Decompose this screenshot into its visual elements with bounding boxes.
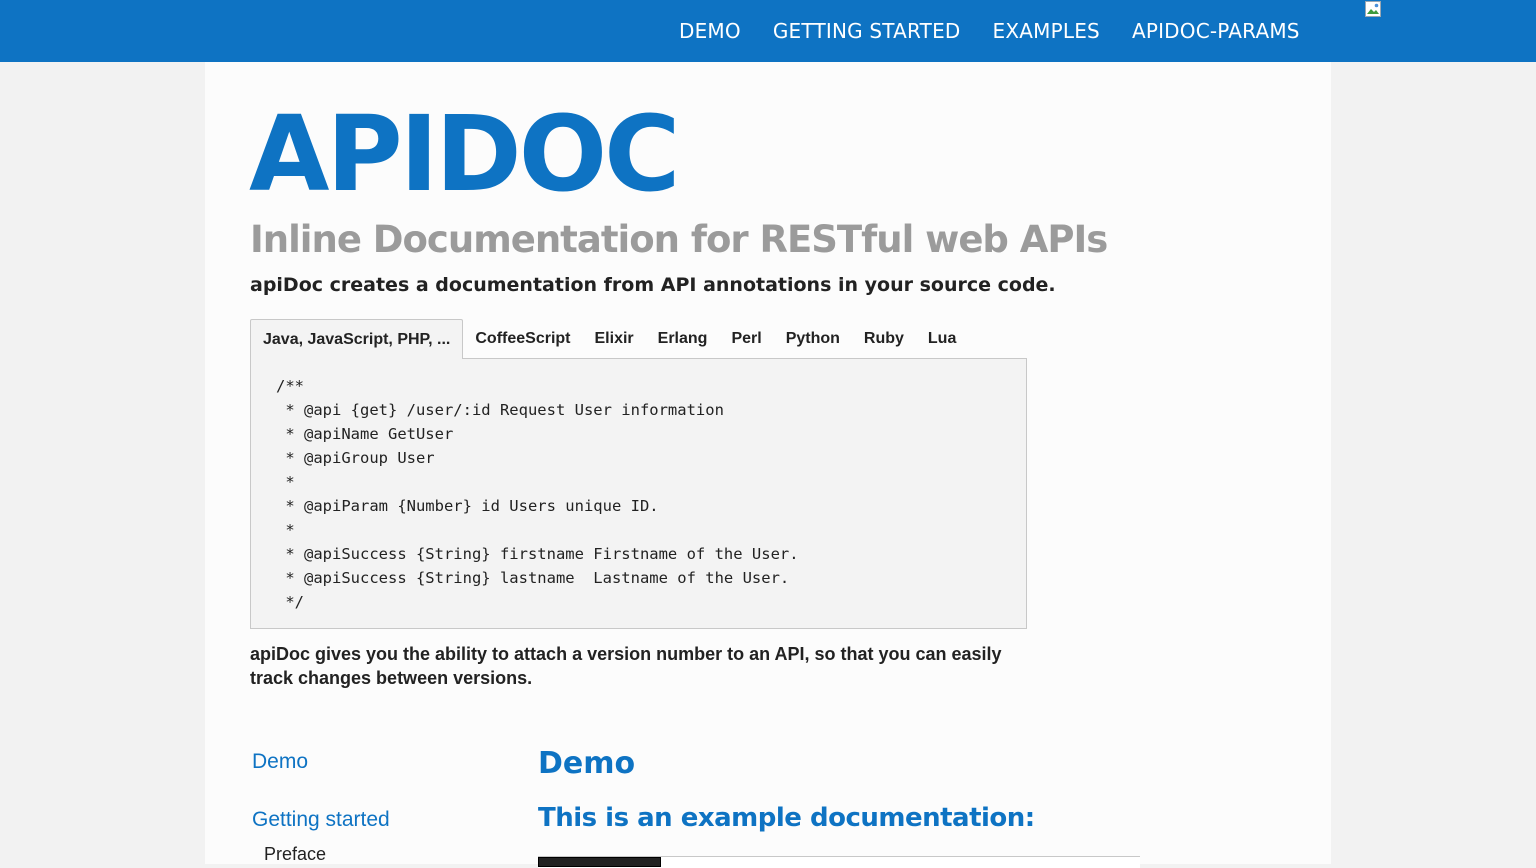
nav-getting-started-link[interactable]: GETTING STARTED — [773, 19, 961, 43]
nav-demo-link[interactable]: DEMO — [679, 19, 741, 43]
tab-perl[interactable]: Perl — [719, 319, 773, 359]
example-preview-header — [538, 857, 661, 867]
tab-java-javascript-php[interactable]: Java, JavaScript, PHP, ... — [250, 319, 464, 359]
hero-description: apiDoc creates a documentation from API … — [250, 274, 1056, 296]
demo-subheading: This is an example documentation: — [538, 803, 1035, 833]
code-example-panel: /** * @api {get} /user/:id Request User … — [250, 358, 1027, 629]
sidenav-preface-link[interactable]: Preface — [264, 844, 326, 865]
code-example: /** * @api {get} /user/:id Request User … — [276, 377, 799, 611]
nav-apidoc-params-link[interactable]: APIDOC-PARAMS — [1132, 19, 1300, 43]
tab-erlang[interactable]: Erlang — [646, 319, 720, 359]
tab-lua[interactable]: Lua — [916, 319, 968, 359]
sidenav-getting-started-link[interactable]: Getting started — [252, 808, 390, 832]
tab-coffeescript[interactable]: CoffeeScript — [463, 319, 582, 359]
content-column: APIDOC Inline Documentation for RESTful … — [205, 62, 1331, 868]
version-description: apiDoc gives you the ability to attach a… — [250, 644, 1002, 688]
broken-image-icon[interactable] — [1365, 1, 1383, 19]
tab-ruby[interactable]: Ruby — [852, 319, 916, 359]
example-preview-frame — [538, 856, 1140, 868]
language-tabs: Java, JavaScript, PHP, ... CoffeeScript … — [250, 319, 1027, 359]
nav-examples-link[interactable]: EXAMPLES — [993, 19, 1100, 43]
demo-heading: Demo — [538, 746, 636, 781]
tab-elixir[interactable]: Elixir — [583, 319, 646, 359]
hero-title: APIDOC — [249, 93, 680, 215]
main-nav: DEMO GETTING STARTED EXAMPLES APIDOC-PAR… — [679, 0, 1300, 62]
hero-subtitle: Inline Documentation for RESTful web API… — [250, 218, 1108, 261]
tab-python[interactable]: Python — [774, 319, 852, 359]
top-navbar: DEMO GETTING STARTED EXAMPLES APIDOC-PAR… — [0, 0, 1536, 62]
sidenav-demo-link[interactable]: Demo — [252, 750, 308, 774]
